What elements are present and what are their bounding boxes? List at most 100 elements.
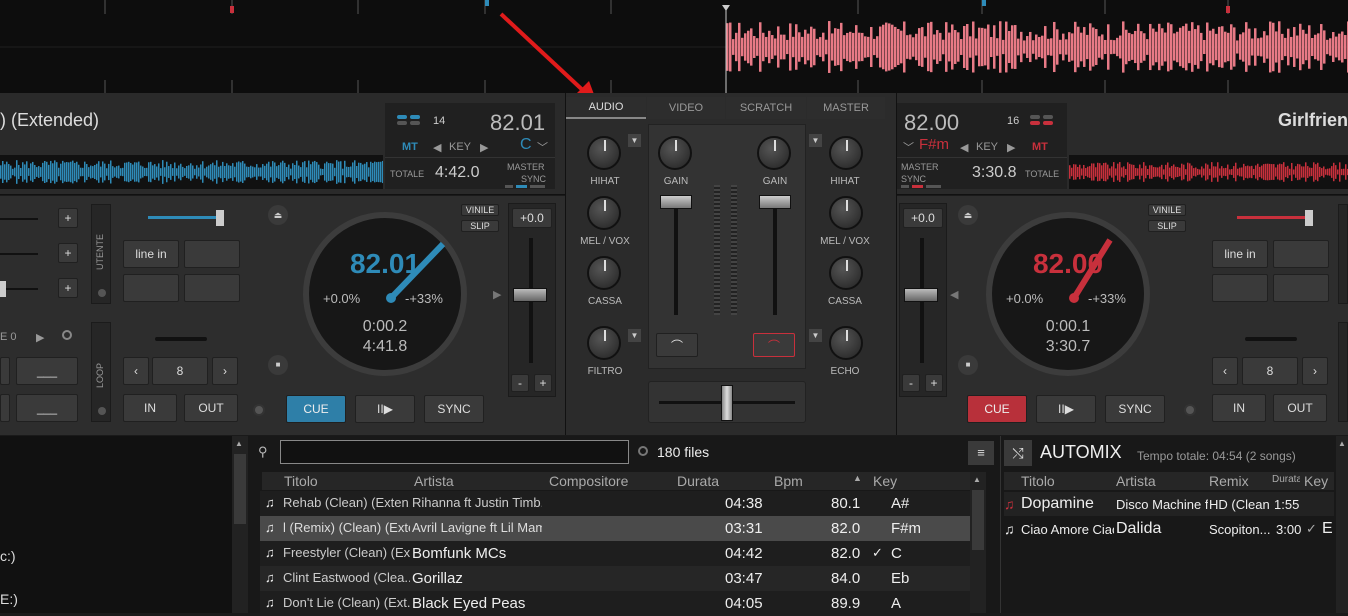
tree-scrollbar[interactable]: ▲ (232, 436, 248, 613)
right-empty-button-2[interactable] (1212, 274, 1268, 302)
left-key-chevron-icon[interactable]: ﹀ (537, 139, 548, 155)
tab-master[interactable]: MASTER (807, 97, 885, 119)
right-key-mode[interactable]: MT (1032, 141, 1048, 153)
table-row[interactable]: ♫ Don't Lie (Clean) (Ext... Black Eyed P… (260, 591, 970, 616)
left-loop-out-button[interactable]: OUT (184, 394, 238, 422)
tab-audio[interactable]: AUDIO (566, 97, 646, 119)
right-cue-button[interactable]: CUE (967, 395, 1027, 423)
left-loop-tab[interactable]: LOOP (91, 322, 111, 422)
folder-item-e[interactable]: E:) (0, 591, 18, 607)
left-loop-double-button[interactable]: › (212, 357, 238, 385)
right-key-down-icon[interactable]: ◀ (960, 141, 968, 154)
table-row-selected[interactable]: ♫ l (Remix) (Clean) (Exten Avril Lavigne… (260, 516, 970, 541)
left-key-down-icon[interactable]: ◀ (433, 141, 441, 154)
sidelist-toggle-icon[interactable]: ≡ (968, 441, 994, 465)
left-underline-button-1[interactable]: ___ (16, 357, 78, 385)
gear-icon[interactable] (1184, 404, 1196, 416)
left-play-pause-button[interactable]: II▶ (355, 395, 415, 423)
left-empty-button-3[interactable] (184, 274, 240, 302)
left-plus-button-3[interactable]: + (58, 278, 78, 298)
left-empty-button-2[interactable] (123, 274, 179, 302)
left-pitch-plus-button[interactable]: + (534, 374, 552, 392)
left-plus-button-2[interactable]: + (58, 243, 78, 263)
tab-scratch[interactable]: SCRATCH (726, 97, 806, 119)
left-key-up-icon[interactable]: ▶ (480, 141, 488, 154)
waveform-overview[interactable] (0, 0, 1348, 93)
left-key-mode[interactable]: MT (402, 141, 418, 153)
left-dot-icon[interactable] (62, 330, 72, 340)
left-sync-button[interactable]: SYNC (424, 395, 484, 423)
right-empty-button-3[interactable] (1273, 274, 1329, 302)
left-pitch-value[interactable]: +0.0 (512, 208, 552, 228)
right-pitch-fader[interactable] (904, 288, 938, 302)
right-sync-button[interactable]: SYNC (1105, 395, 1165, 423)
left-volume-fader[interactable] (660, 195, 692, 209)
left-slip-button[interactable]: SLIP (461, 220, 499, 232)
right-loop-in-button[interactable]: IN (1212, 394, 1266, 422)
left-volume-handle[interactable] (216, 210, 224, 226)
left-waveform[interactable] (0, 155, 384, 189)
right-pitch-minus-button[interactable]: - (902, 374, 920, 392)
col-composer[interactable]: Compositore (549, 473, 628, 489)
left-filter-knob[interactable] (587, 326, 621, 360)
left-loop-in-button[interactable]: IN (123, 394, 177, 422)
col-artist[interactable]: Artista (414, 473, 454, 489)
right-loop-half-button[interactable]: ‹ (1212, 357, 1238, 385)
left-loop-size[interactable]: 8 (152, 357, 208, 385)
browser-scrollbar[interactable]: ▲ (970, 472, 986, 613)
left-sync-label[interactable]: SYNC (521, 174, 546, 184)
table-row[interactable]: ♫ Clint Eastwood (Clea... Gorillaz 03:47… (260, 566, 970, 591)
eq-mode-dropdown-icon[interactable]: ▼ (809, 134, 822, 147)
right-melvox-knob[interactable] (829, 196, 863, 230)
shuffle-icon[interactable]: ⤭ (1004, 440, 1032, 466)
right-slip-button[interactable]: SLIP (1148, 220, 1186, 232)
left-line-in-button[interactable]: line in (123, 240, 179, 268)
automix-row[interactable]: ♫ Ciao Amore Ciao Dalida Scopiton... 3:0… (1004, 517, 1334, 541)
right-pitch-plus-button[interactable]: + (925, 374, 943, 392)
right-echo-knob[interactable] (829, 326, 863, 360)
automix-scrollbar[interactable]: ▲ (1336, 436, 1348, 613)
gear-icon[interactable] (253, 404, 265, 416)
col-key[interactable]: Key (873, 473, 897, 489)
automix-col-artist[interactable]: Artista (1116, 473, 1156, 489)
right-headphone-button[interactable]: ⌒ (753, 333, 795, 357)
right-key-up-icon[interactable]: ▶ (1007, 141, 1015, 154)
right-waveform[interactable] (1069, 155, 1348, 189)
left-cassa-knob[interactable] (587, 256, 621, 290)
right-loop-double-button[interactable]: › (1302, 357, 1328, 385)
folder-item-c[interactable]: c:) (0, 548, 16, 564)
stop-icon[interactable]: ■ (268, 355, 288, 375)
left-cue-button[interactable]: CUE (286, 395, 346, 423)
left-empty-button-1[interactable] (184, 240, 240, 268)
right-sync-label[interactable]: SYNC (901, 174, 926, 184)
eject-icon[interactable]: ⏏ (958, 205, 978, 225)
left-utente-tab[interactable]: UTENTE (91, 204, 111, 304)
left-underline-button-2[interactable]: ___ (16, 394, 78, 422)
right-volume-fader[interactable] (759, 195, 791, 209)
effect-dropdown-icon[interactable]: ▼ (809, 329, 822, 342)
crossfader-handle[interactable] (721, 385, 733, 421)
left-pitch-minus-button[interactable]: - (511, 374, 529, 392)
right-loop-out-button[interactable]: OUT (1273, 394, 1327, 422)
automix-row[interactable]: ♫ Dopamine Disco Machine ft HD (Clean 1:… (1004, 492, 1334, 516)
right-jog-wheel[interactable]: 82.00 +0.0% -+33% 0:00.1 3:30.7 (986, 212, 1150, 376)
right-hihat-knob[interactable] (829, 136, 863, 170)
right-loop-tab[interactable] (1338, 322, 1348, 422)
left-jog-wheel[interactable]: 82.01 +0.0% -+33% 0:00.2 4:41.8 (303, 212, 467, 376)
automix-col-remix[interactable]: Remix (1209, 473, 1249, 489)
left-master-label[interactable]: MASTER (507, 162, 545, 172)
left-vinyl-button[interactable]: VINILE (461, 204, 499, 216)
col-bpm[interactable]: Bpm (774, 473, 803, 489)
left-partial-button-2[interactable] (0, 394, 10, 422)
effect-dropdown-icon[interactable]: ▼ (628, 329, 641, 342)
left-pitch-fader[interactable] (513, 288, 547, 302)
right-vinyl-button[interactable]: VINILE (1148, 204, 1186, 216)
right-volume-handle[interactable] (1305, 210, 1313, 226)
right-key-chevron-icon[interactable]: ﹀ (903, 139, 914, 155)
stop-icon[interactable]: ■ (958, 355, 978, 375)
col-title[interactable]: Titolo (284, 473, 318, 489)
left-param-slider[interactable] (0, 281, 6, 297)
left-plus-button-1[interactable]: + (58, 208, 78, 228)
left-melvox-knob[interactable] (587, 196, 621, 230)
automix-col-key[interactable]: Key (1304, 473, 1328, 489)
